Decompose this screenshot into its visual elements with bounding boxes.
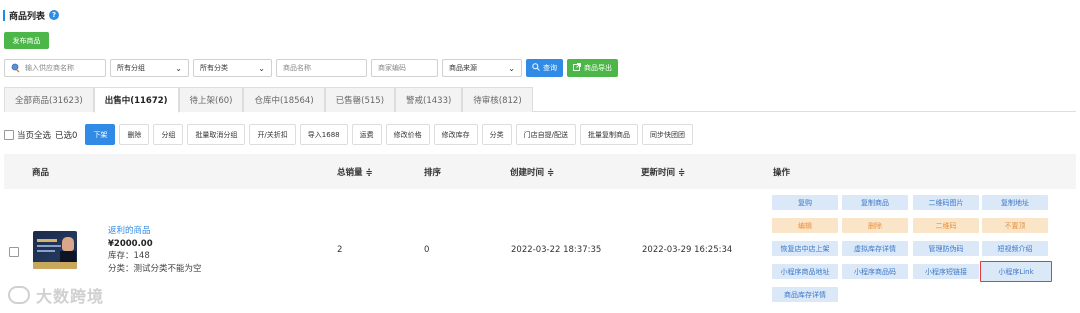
search-icon [11,63,21,73]
external-link-icon [573,63,581,73]
header-sort: 排序 [424,167,442,178]
unpin-button[interactable]: 不置顶 [982,218,1048,233]
delete-button[interactable]: 删除 [119,124,150,145]
export-label: 商品导出 [584,64,612,72]
delist-button[interactable]: 下架 [85,124,116,145]
batch-copy-button[interactable]: 批量复制商品 [579,124,638,145]
tab-warehouse[interactable]: 仓库中(18564) [243,87,325,112]
table-row: 返利的商品 ¥2000.00 库存：148 分类：测试分类不能为空 2 0 20… [4,189,1076,313]
tab-pending-review[interactable]: 待审核(812) [462,87,533,112]
page-title: 商品列表 [9,11,46,22]
product-info: 返利的商品 ¥2000.00 库存：148 分类：测试分类不能为空 [108,225,202,275]
product-name-placeholder: 商品名称 [283,64,311,72]
watermark-logo-icon [8,286,30,304]
chevron-down-icon: ⌄ [258,63,265,73]
copy-address-button[interactable]: 复制地址 [982,195,1048,210]
tab-all[interactable]: 全部商品(31623) [4,87,94,112]
group-button[interactable]: 分组 [153,124,184,145]
shipping-fee-button[interactable]: 运费 [351,124,382,145]
query-button[interactable]: 查询 [526,59,563,77]
toggle-discount-button[interactable]: 开/关折扣 [249,124,296,145]
header-product: 商品 [32,167,50,178]
copy-product-button[interactable]: 复制商品 [842,195,908,210]
select-all-label: 当页全选 [17,130,52,141]
anti-counterfeit-button[interactable]: 管理防伪码 [913,241,979,256]
title-accent-bar [3,9,5,21]
repurchase-button[interactable]: 复购 [772,195,838,210]
chevron-down-icon: ⌄ [508,63,515,73]
virtual-stock-detail-button[interactable]: 虚拟库存详情 [842,241,908,256]
watermark: 大数跨境 [8,283,104,307]
watermark-text: 大数跨境 [36,287,105,306]
header-updated[interactable]: 更新时间 ≑ [641,154,685,189]
select-all[interactable]: 当页全选 已选0 [4,129,77,141]
question-circle-icon[interactable]: ? [49,10,60,20]
product-code-input[interactable]: 商家编码 [371,59,438,77]
category-button[interactable]: 分类 [481,124,512,145]
row-checkbox[interactable] [9,247,19,257]
header-created[interactable]: 创建时间 ≑ [510,154,554,189]
supplier-placeholder: 输入供应商名称 [25,64,74,72]
header-actions: 操作 [773,167,791,178]
selected-count: 已选0 [55,130,78,141]
status-tabs: 全部商品(31623) 出售中(11672) 待上架(60) 仓库中(18564… [4,87,1076,113]
miniapp-link-button[interactable]: 小程序Link [980,261,1052,282]
restore-store-listing-button[interactable]: 恢复店中店上架 [772,241,838,256]
edit-stock-button[interactable]: 修改库存 [433,124,478,145]
edit-price-button[interactable]: 修改价格 [385,124,430,145]
search-icon [532,63,540,73]
stock-detail-button[interactable]: 商品库存详情 [772,287,838,302]
query-label: 查询 [543,64,557,72]
edit-button[interactable]: 编辑 [772,218,838,233]
delete-product-button[interactable]: 删除 [842,218,908,233]
miniapp-address-button[interactable]: 小程序商品地址 [772,264,838,279]
tab-sold-out[interactable]: 已售罄(515) [324,87,396,112]
qrcode-button[interactable]: 二维码 [913,218,979,233]
header-total-sales[interactable]: 总销量 ≑ [337,154,373,189]
tab-alert[interactable]: 警戒(1433) [395,87,463,112]
short-video-button[interactable]: 短视频介绍 [982,241,1048,256]
category-select-value: 所有分类 [200,64,228,72]
export-button[interactable]: 商品导出 [567,59,618,77]
group-select[interactable]: 所有分组 ⌄ [110,59,189,77]
tab-on-sale[interactable]: 出售中(11672) [93,87,179,113]
filter-bar: 输入供应商名称 所有分组 ⌄ 所有分类 ⌄ 商品名称 商家编码 商品来源 ⌄ 查… [4,59,618,77]
source-select-value: 商品来源 [449,64,477,72]
batch-ungroup-button[interactable]: 批量取消分组 [187,124,246,145]
product-code-placeholder: 商家编码 [378,64,406,72]
publish-product-button[interactable]: 发布商品 [4,32,49,49]
table-header: 商品 总销量 ≑ 排序 创建时间 ≑ 更新时间 ≑ 操作 [4,154,1076,189]
source-select[interactable]: 商品来源 ⌄ [442,59,522,77]
product-stock: 库存：148 [108,251,150,261]
tab-pending-listing[interactable]: 待上架(60) [178,87,244,112]
updated-time: 2022-03-29 16:25:34 [642,245,733,255]
product-price: ¥2000.00 [108,238,153,249]
product-thumbnail[interactable] [33,231,77,269]
page-header: 商品列表 ? [3,8,60,22]
qrcode-image-button[interactable]: 二维码图片 [913,195,979,210]
total-sales-value: 2 [337,245,343,255]
miniapp-code-button[interactable]: 小程序商品码 [842,264,908,279]
miniapp-shortlink-button[interactable]: 小程序短链接 [913,264,979,279]
category-select[interactable]: 所有分类 ⌄ [193,59,272,77]
product-name-input[interactable]: 商品名称 [276,59,367,77]
sync-kuaituantuan-button[interactable]: 同步快团团 [641,124,693,145]
created-time: 2022-03-22 18:37:35 [511,245,602,255]
select-all-checkbox[interactable] [4,129,14,140]
import-1688-button[interactable]: 导入1688 [299,124,348,145]
group-select-value: 所有分组 [117,64,145,72]
product-name-link[interactable]: 返利的商品 [108,225,202,238]
bulk-action-bar: 当页全选 已选0 下架 删除 分组 批量取消分组 开/关折扣 导入1688 运费… [4,124,697,145]
chevron-down-icon: ⌄ [175,63,182,73]
supplier-search-input[interactable]: 输入供应商名称 [4,59,106,77]
sort-value: 0 [424,245,430,255]
product-category: 分类：测试分类不能为空 [108,263,202,274]
pickup-delivery-button[interactable]: 门店自提/配送 [515,124,576,145]
